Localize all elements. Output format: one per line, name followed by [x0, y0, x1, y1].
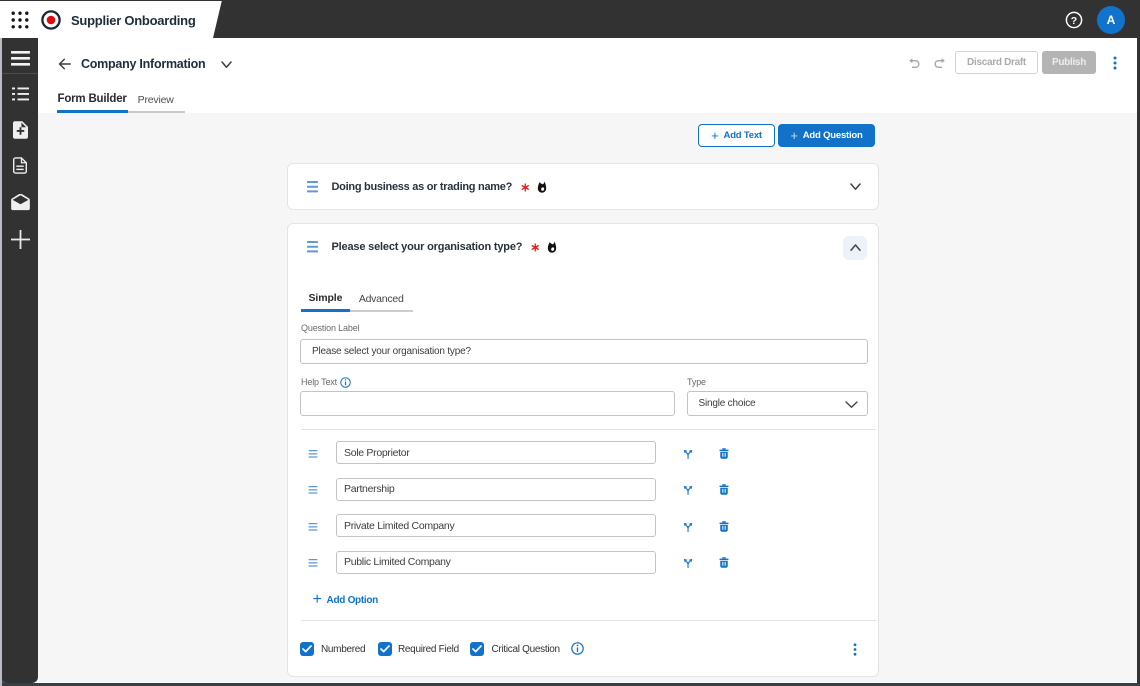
svg-text:?: ?	[1071, 15, 1077, 27]
